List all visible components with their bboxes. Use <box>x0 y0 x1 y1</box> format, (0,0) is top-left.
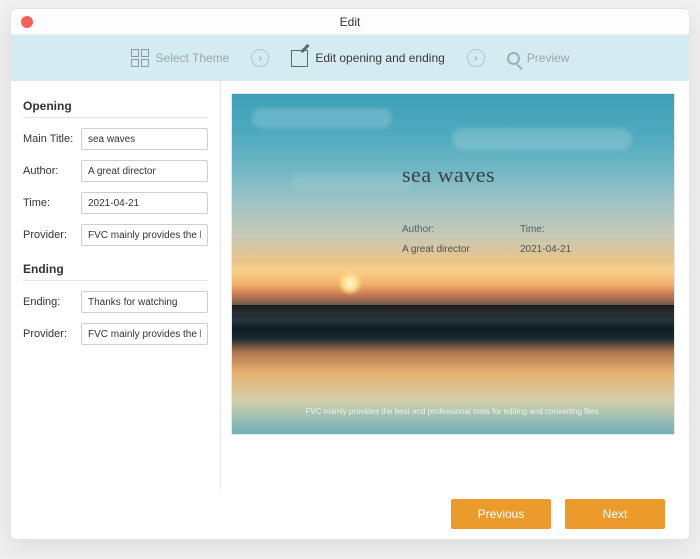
content-area: Opening Main Title: Author: Time: Provid… <box>11 81 689 489</box>
horizon-shape <box>232 305 674 319</box>
step-label: Preview <box>527 51 570 65</box>
next-button[interactable]: Next <box>565 499 665 529</box>
author-label: Author: <box>23 165 81 177</box>
titlebar: Edit <box>11 9 689 35</box>
main-title-input[interactable] <box>81 128 208 150</box>
preview-author-label: Author: <box>402 224 434 235</box>
step-label: Select Theme <box>156 51 230 65</box>
preview-provider-line: FVC mainly provides the best and profess… <box>232 407 674 416</box>
grid-icon <box>131 49 149 67</box>
previous-button[interactable]: Previous <box>451 499 551 529</box>
step-preview[interactable]: Preview <box>507 51 570 65</box>
footer-bar: Previous Next <box>11 489 689 539</box>
form-panel: Opening Main Title: Author: Time: Provid… <box>11 81 221 489</box>
preview-author-value: A great director <box>402 244 470 255</box>
edit-icon <box>291 50 308 67</box>
step-edit-opening-ending[interactable]: Edit opening and ending <box>291 50 444 67</box>
step-select-theme[interactable]: Select Theme <box>131 49 230 67</box>
field-provider-opening: Provider: <box>23 224 208 246</box>
field-time: Time: <box>23 192 208 214</box>
main-title-label: Main Title: <box>23 133 81 145</box>
ending-label: Ending: <box>23 296 81 308</box>
cloud-shape <box>292 174 412 190</box>
cloud-shape <box>452 128 632 150</box>
preview-title: sea waves <box>402 162 495 188</box>
field-author: Author: <box>23 160 208 182</box>
ending-section-title: Ending <box>23 262 208 281</box>
field-ending: Ending: <box>23 291 208 313</box>
chevron-right-icon: › <box>251 49 269 67</box>
time-input[interactable] <box>81 192 208 214</box>
provider-input-ending[interactable] <box>81 323 208 345</box>
author-input[interactable] <box>81 160 208 182</box>
provider-label: Provider: <box>23 229 81 241</box>
window-title: Edit <box>340 15 361 29</box>
close-icon[interactable] <box>21 16 33 28</box>
field-provider-ending: Provider: <box>23 323 208 345</box>
search-icon <box>507 52 520 65</box>
field-main-title: Main Title: <box>23 128 208 150</box>
ending-input[interactable] <box>81 291 208 313</box>
chevron-right-icon: › <box>467 49 485 67</box>
edit-window: Edit Select Theme › Edit opening and end… <box>10 8 690 540</box>
opening-section-title: Opening <box>23 99 208 118</box>
sun-shape <box>338 271 362 295</box>
time-label: Time: <box>23 197 81 209</box>
step-bar: Select Theme › Edit opening and ending ›… <box>11 35 689 81</box>
preview-panel: sea waves Author: Time: A great director… <box>221 81 689 489</box>
preview-time-label: Time: <box>520 224 545 235</box>
preview-time-value: 2021-04-21 <box>520 244 571 255</box>
preview-canvas: sea waves Author: Time: A great director… <box>231 93 675 435</box>
cloud-shape <box>252 108 392 128</box>
provider-input-opening[interactable] <box>81 224 208 246</box>
provider-label: Provider: <box>23 328 81 340</box>
step-label: Edit opening and ending <box>315 51 444 65</box>
